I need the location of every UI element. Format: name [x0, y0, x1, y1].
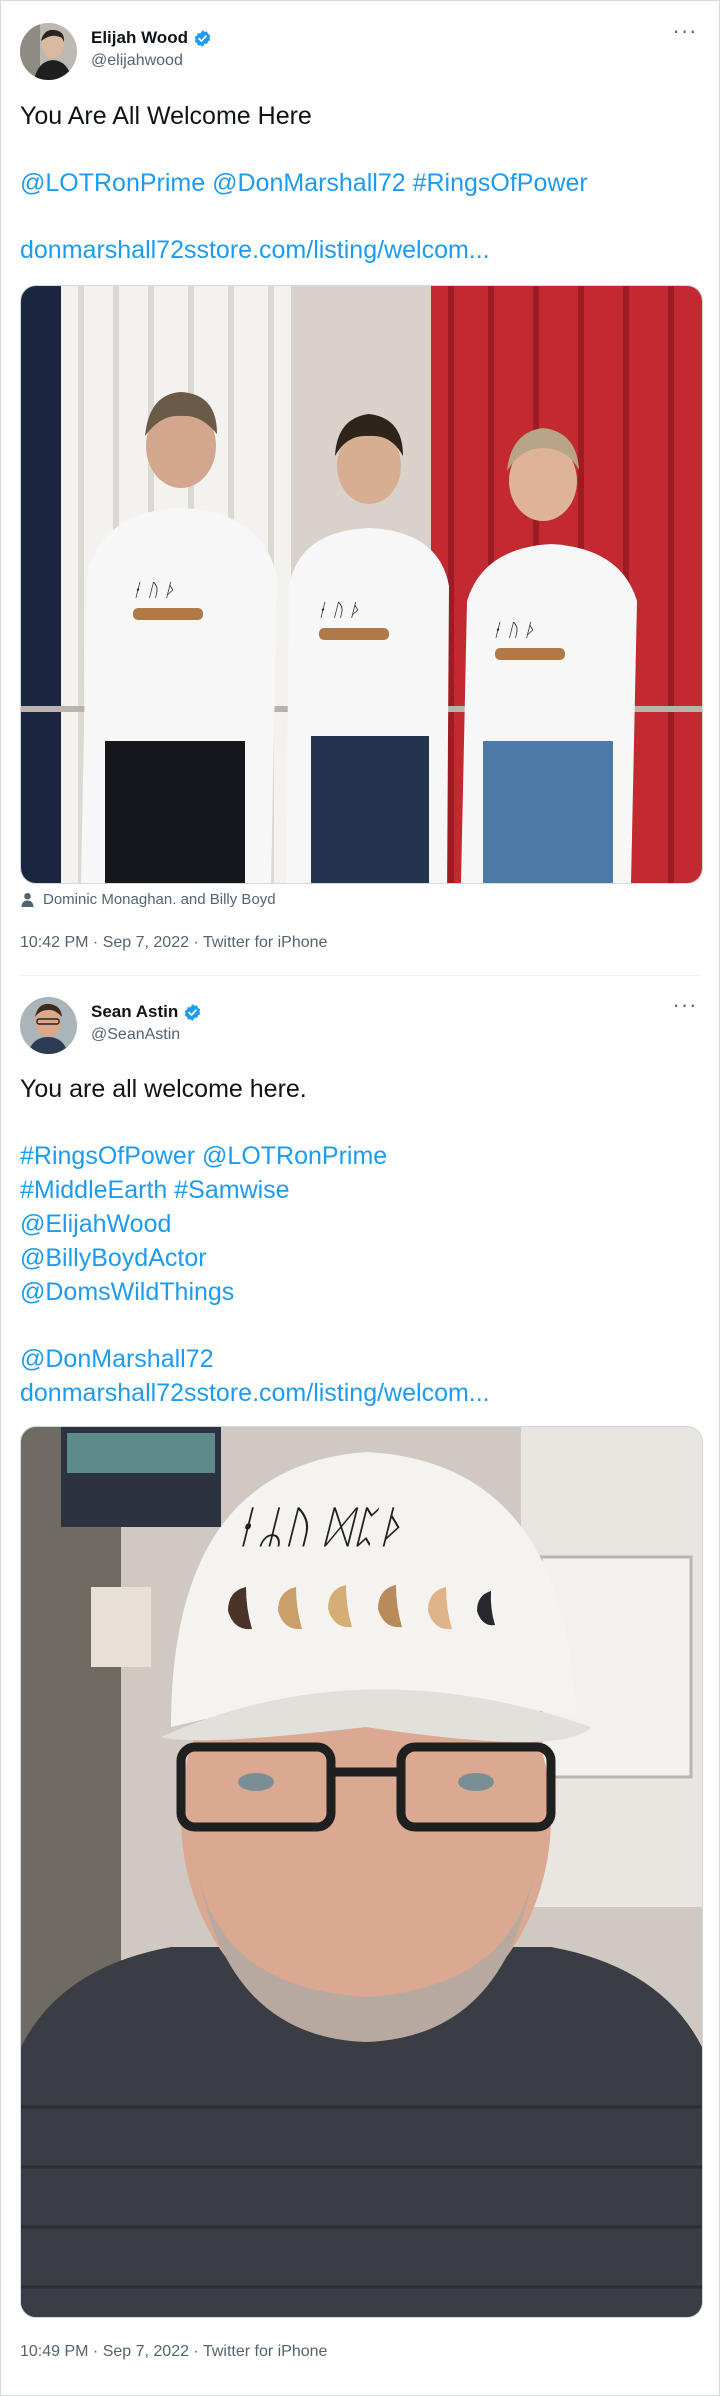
time[interactable]: 10:49 PM — [20, 2343, 88, 2360]
avatar[interactable] — [20, 23, 77, 80]
hashtag-link[interactable]: #Samwise — [174, 1176, 289, 1204]
svg-text:ᚽ ᚢ ᚦ: ᚽ ᚢ ᚦ — [131, 580, 175, 601]
source: Twitter for iPhone — [202, 934, 328, 951]
mention-link[interactable]: @DomsWildThings — [20, 1278, 234, 1306]
time[interactable]: 10:42 PM — [20, 934, 88, 951]
tweet-timestamp: 10:42 PM · Sep 7, 2022 · Twitter for iPh… — [20, 934, 328, 951]
svg-text:ᚽ ᚢ ᚦ: ᚽ ᚢ ᚦ — [491, 620, 535, 641]
mention-link[interactable]: @DonMarshall72 — [20, 1345, 214, 1373]
svg-text:ᚽ ᚢ ᚦ: ᚽ ᚢ ᚦ — [316, 600, 360, 621]
tweet-text: You are all welcome here. #RingsOfPower … — [20, 1072, 700, 1410]
date[interactable]: Sep 7, 2022 — [103, 934, 189, 951]
handle[interactable]: @SeanAstin — [91, 1024, 202, 1046]
tweet-elijah-wood[interactable]: Elijah Wood @elijahwood ··· You Are All … — [1, 1, 719, 971]
mention-link[interactable]: @DonMarshall72 — [212, 169, 406, 197]
verified-badge-icon — [184, 1003, 201, 1021]
display-name[interactable]: Elijah Wood — [91, 27, 188, 49]
more-options-icon[interactable]: ··· — [672, 20, 698, 45]
tweet-photo[interactable]: ᚽᛦᚢ ᛞᛈᚦ — [20, 1426, 703, 2318]
tagged-names: Dominic Monaghan. and Billy Boyd — [43, 891, 276, 908]
person-tag-icon — [21, 892, 34, 907]
url-link[interactable]: donmarshall72sstore.com/listing/welcom..… — [20, 236, 490, 264]
hashtag-link[interactable]: #RingsOfPower — [20, 1142, 195, 1170]
verified-badge-icon — [194, 29, 211, 47]
tweet-photo[interactable]: ᚽ ᚢ ᚦ ᚽ ᚢ ᚦ ᚽ ᚢ ᚦ — [20, 285, 703, 884]
more-options-icon[interactable]: ··· — [672, 994, 698, 1019]
mention-link[interactable]: @ElijahWood — [20, 1210, 171, 1238]
tweet-timestamp: 10:49 PM · Sep 7, 2022 · Twitter for iPh… — [20, 2343, 328, 2360]
tweet-sean-astin[interactable]: Sean Astin @SeanAstin ··· You are all we… — [1, 981, 719, 2395]
mention-link[interactable]: @LOTRonPrime — [202, 1142, 387, 1170]
date[interactable]: Sep 7, 2022 — [103, 2343, 189, 2360]
tweet-message: You are all welcome here. — [20, 1075, 307, 1103]
source: Twitter for iPhone — [202, 2343, 328, 2360]
tweet-header: Sean Astin @SeanAstin ··· — [20, 994, 700, 1057]
display-name[interactable]: Sean Astin — [91, 1001, 178, 1023]
tagged-people[interactable]: Dominic Monaghan. and Billy Boyd — [20, 891, 276, 908]
hashtag-link[interactable]: #RingsOfPower — [413, 169, 588, 197]
mention-link[interactable]: @LOTRonPrime — [20, 169, 205, 197]
handle[interactable]: @elijahwood — [91, 50, 212, 72]
svg-text:ᚽᛦᚢ ᛞᛈᚦ: ᚽᛦᚢ ᛞᛈᚦ — [231, 1502, 403, 1553]
divider — [20, 975, 700, 976]
mention-link[interactable]: @BillyBoydActor — [20, 1244, 207, 1272]
hashtag-link[interactable]: #MiddleEarth — [20, 1176, 167, 1204]
url-link[interactable]: donmarshall72sstore.com/listing/welcom..… — [20, 1379, 490, 1407]
tweet-thread: Elijah Wood @elijahwood ··· You Are All … — [0, 0, 720, 2396]
tweet-header: Elijah Wood @elijahwood ··· — [20, 20, 700, 83]
tweet-message: You Are All Welcome Here — [20, 102, 312, 130]
tweet-text: You Are All Welcome Here @LOTRonPrime @D… — [20, 99, 700, 267]
avatar[interactable] — [20, 997, 77, 1054]
